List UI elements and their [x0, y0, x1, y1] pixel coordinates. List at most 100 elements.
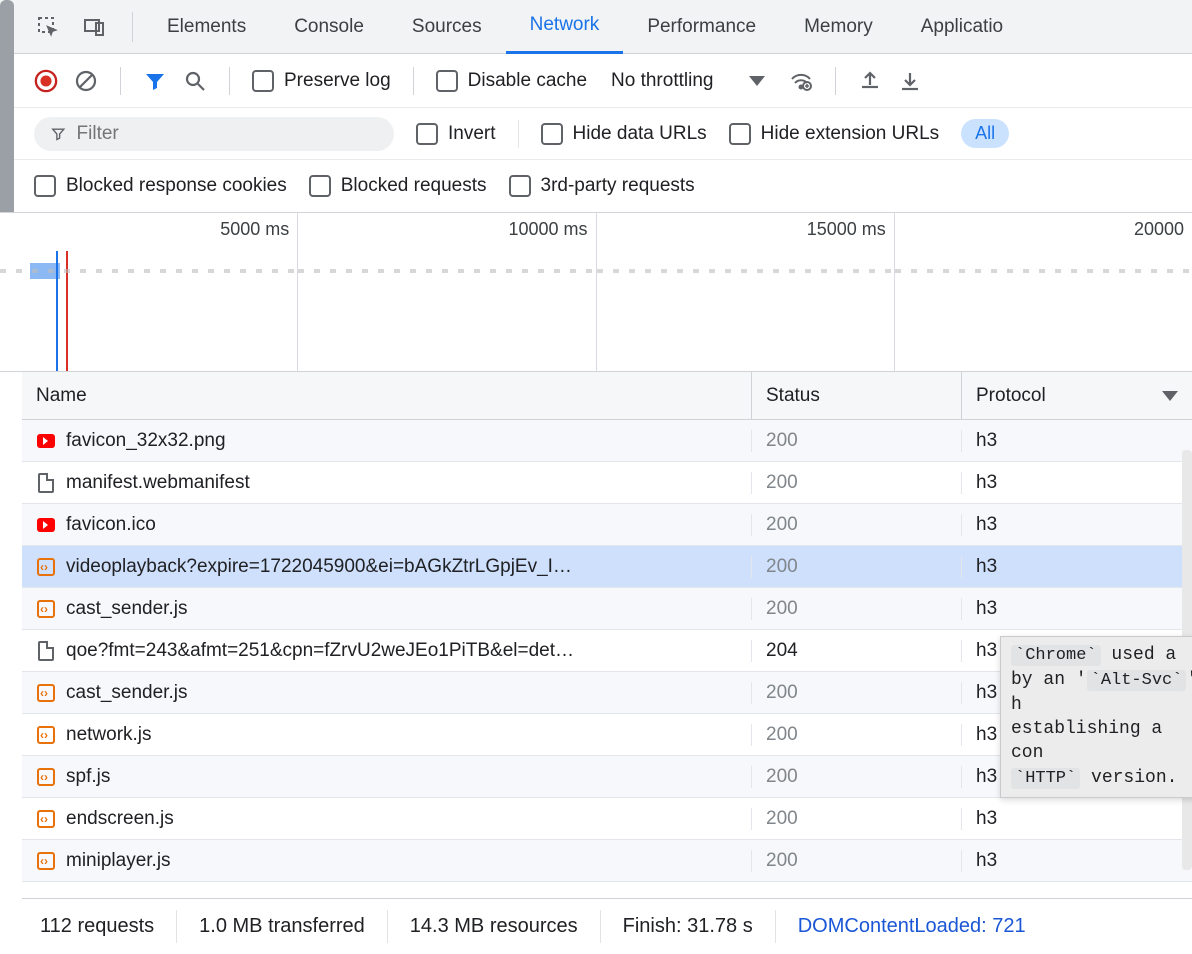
checkbox-icon — [509, 175, 531, 197]
chevron-down-icon — [749, 76, 765, 86]
request-row[interactable]: miniplayer.js200h3 — [22, 840, 1192, 882]
tab-network[interactable]: Network — [506, 0, 624, 54]
script-icon — [36, 557, 56, 577]
filter-input[interactable] — [77, 123, 374, 145]
request-name: favicon.ico — [66, 514, 156, 536]
tab-console[interactable]: Console — [270, 0, 388, 54]
clear-button[interactable] — [74, 69, 98, 93]
preserve-log-checkbox[interactable]: Preserve log — [252, 70, 391, 92]
column-header-protocol[interactable]: Protocol — [962, 372, 1192, 419]
invert-checkbox[interactable]: Invert — [416, 123, 496, 145]
request-name: spf.js — [66, 766, 110, 788]
throttling-value: No throttling — [611, 70, 713, 92]
funnel-icon — [50, 125, 67, 143]
blocked-requests-label: Blocked requests — [341, 175, 487, 197]
network-overview[interactable]: 5000 ms 10000 ms 15000 ms 20000 — [0, 212, 1192, 372]
cell-status: 200 — [752, 850, 962, 872]
cell-status: 200 — [752, 472, 962, 494]
tab-elements[interactable]: Elements — [143, 0, 270, 54]
search-icon[interactable] — [183, 69, 207, 93]
cell-protocol: h3 — [962, 808, 1192, 830]
blocked-response-cookies-checkbox[interactable]: Blocked response cookies — [34, 175, 287, 197]
status-resources: 14.3 MB resources — [388, 910, 601, 943]
request-row[interactable]: manifest.webmanifest 200h3 — [22, 462, 1192, 504]
checkbox-icon — [309, 175, 331, 197]
cell-protocol: h3 — [962, 598, 1192, 620]
overview-tick: 15000 ms — [807, 219, 886, 240]
cell-status: 200 — [752, 430, 962, 452]
filter-input-wrap[interactable] — [34, 117, 394, 151]
network-conditions-icon[interactable] — [789, 69, 813, 93]
request-row[interactable]: videoplayback?expire=1722045900&ei=bAGkZ… — [22, 546, 1192, 588]
cell-protocol: h3 — [962, 472, 1192, 494]
checkbox-icon — [436, 70, 458, 92]
request-name: cast_sender.js — [66, 682, 187, 704]
column-header-name[interactable]: Name — [22, 372, 752, 419]
cell-name: endscreen.js — [22, 808, 752, 830]
checkbox-icon — [416, 123, 438, 145]
filter-row-2: Blocked response cookies Blocked request… — [0, 160, 1192, 212]
cell-protocol: h3 — [962, 430, 1192, 452]
cell-status: 200 — [752, 556, 962, 578]
record-button[interactable] — [34, 69, 58, 93]
cell-name: network.js — [22, 724, 752, 746]
throttling-dropdown[interactable]: No throttling — [603, 66, 773, 96]
hide-data-urls-label: Hide data URLs — [573, 123, 707, 145]
request-name: endscreen.js — [66, 808, 174, 830]
device-toolbar-icon[interactable] — [76, 9, 112, 45]
cell-name: miniplayer.js — [22, 850, 752, 872]
cell-status: 200 — [752, 682, 962, 704]
tab-application[interactable]: Applicatio — [897, 0, 1027, 54]
request-name: favicon_32x32.png — [66, 430, 226, 452]
cell-status: 200 — [752, 598, 962, 620]
network-toolbar: Preserve log Disable cache No throttling — [0, 54, 1192, 108]
cell-name: favicon.ico — [22, 514, 752, 536]
tab-sources[interactable]: Sources — [388, 0, 506, 54]
cell-protocol: h3 — [962, 514, 1192, 536]
request-row[interactable]: favicon.ico 200h3 — [22, 504, 1192, 546]
cell-status: 200 — [752, 766, 962, 788]
column-header-protocol-label: Protocol — [976, 385, 1046, 407]
filter-chip-all[interactable]: All — [961, 119, 1009, 148]
third-party-label: 3rd-party requests — [541, 175, 695, 197]
cell-name: videoplayback?expire=1722045900&ei=bAGkZ… — [22, 556, 752, 578]
protocol-tooltip: `Chrome` used a by an '`Alt-Svc`' h esta… — [1000, 636, 1192, 798]
request-name: network.js — [66, 724, 152, 746]
cell-status: 204 — [752, 640, 962, 662]
hide-data-urls-checkbox[interactable]: Hide data URLs — [541, 123, 707, 145]
disable-cache-label: Disable cache — [468, 70, 587, 92]
cell-status: 200 — [752, 514, 962, 536]
blocked-requests-checkbox[interactable]: Blocked requests — [309, 175, 487, 197]
script-icon — [36, 683, 56, 703]
third-party-requests-checkbox[interactable]: 3rd-party requests — [509, 175, 695, 197]
script-icon — [36, 851, 56, 871]
request-name: manifest.webmanifest — [66, 472, 250, 494]
export-har-icon[interactable] — [858, 69, 882, 93]
request-name: qoe?fmt=243&afmt=251&cpn=fZrvU2weJEo1PiT… — [66, 640, 574, 662]
status-bar: 112 requests 1.0 MB transferred 14.3 MB … — [22, 898, 1192, 954]
document-icon — [36, 641, 56, 661]
disable-cache-checkbox[interactable]: Disable cache — [436, 70, 587, 92]
inspect-element-icon[interactable] — [30, 9, 66, 45]
tab-memory[interactable]: Memory — [780, 0, 897, 54]
cell-status: 200 — [752, 724, 962, 746]
filter-row: Invert Hide data URLs Hide extension URL… — [0, 108, 1192, 160]
requests-table-header: Name Status Protocol — [22, 372, 1192, 420]
request-row[interactable]: cast_sender.js200h3 — [22, 588, 1192, 630]
filter-icon[interactable] — [143, 69, 167, 93]
checkbox-icon — [729, 123, 751, 145]
cell-protocol: h3 — [962, 556, 1192, 578]
script-icon — [36, 725, 56, 745]
youtube-icon — [36, 431, 56, 451]
youtube-icon — [36, 515, 56, 535]
import-har-icon[interactable] — [898, 69, 922, 93]
tab-performance[interactable]: Performance — [623, 0, 780, 54]
sort-desc-icon — [1162, 391, 1178, 401]
column-header-status[interactable]: Status — [752, 372, 962, 419]
cell-name: cast_sender.js — [22, 598, 752, 620]
script-icon — [36, 599, 56, 619]
request-row[interactable]: endscreen.js200h3 — [22, 798, 1192, 840]
request-row[interactable]: favicon_32x32.png 200h3 — [22, 420, 1192, 462]
hide-extension-urls-checkbox[interactable]: Hide extension URLs — [729, 123, 939, 145]
cell-name: spf.js — [22, 766, 752, 788]
